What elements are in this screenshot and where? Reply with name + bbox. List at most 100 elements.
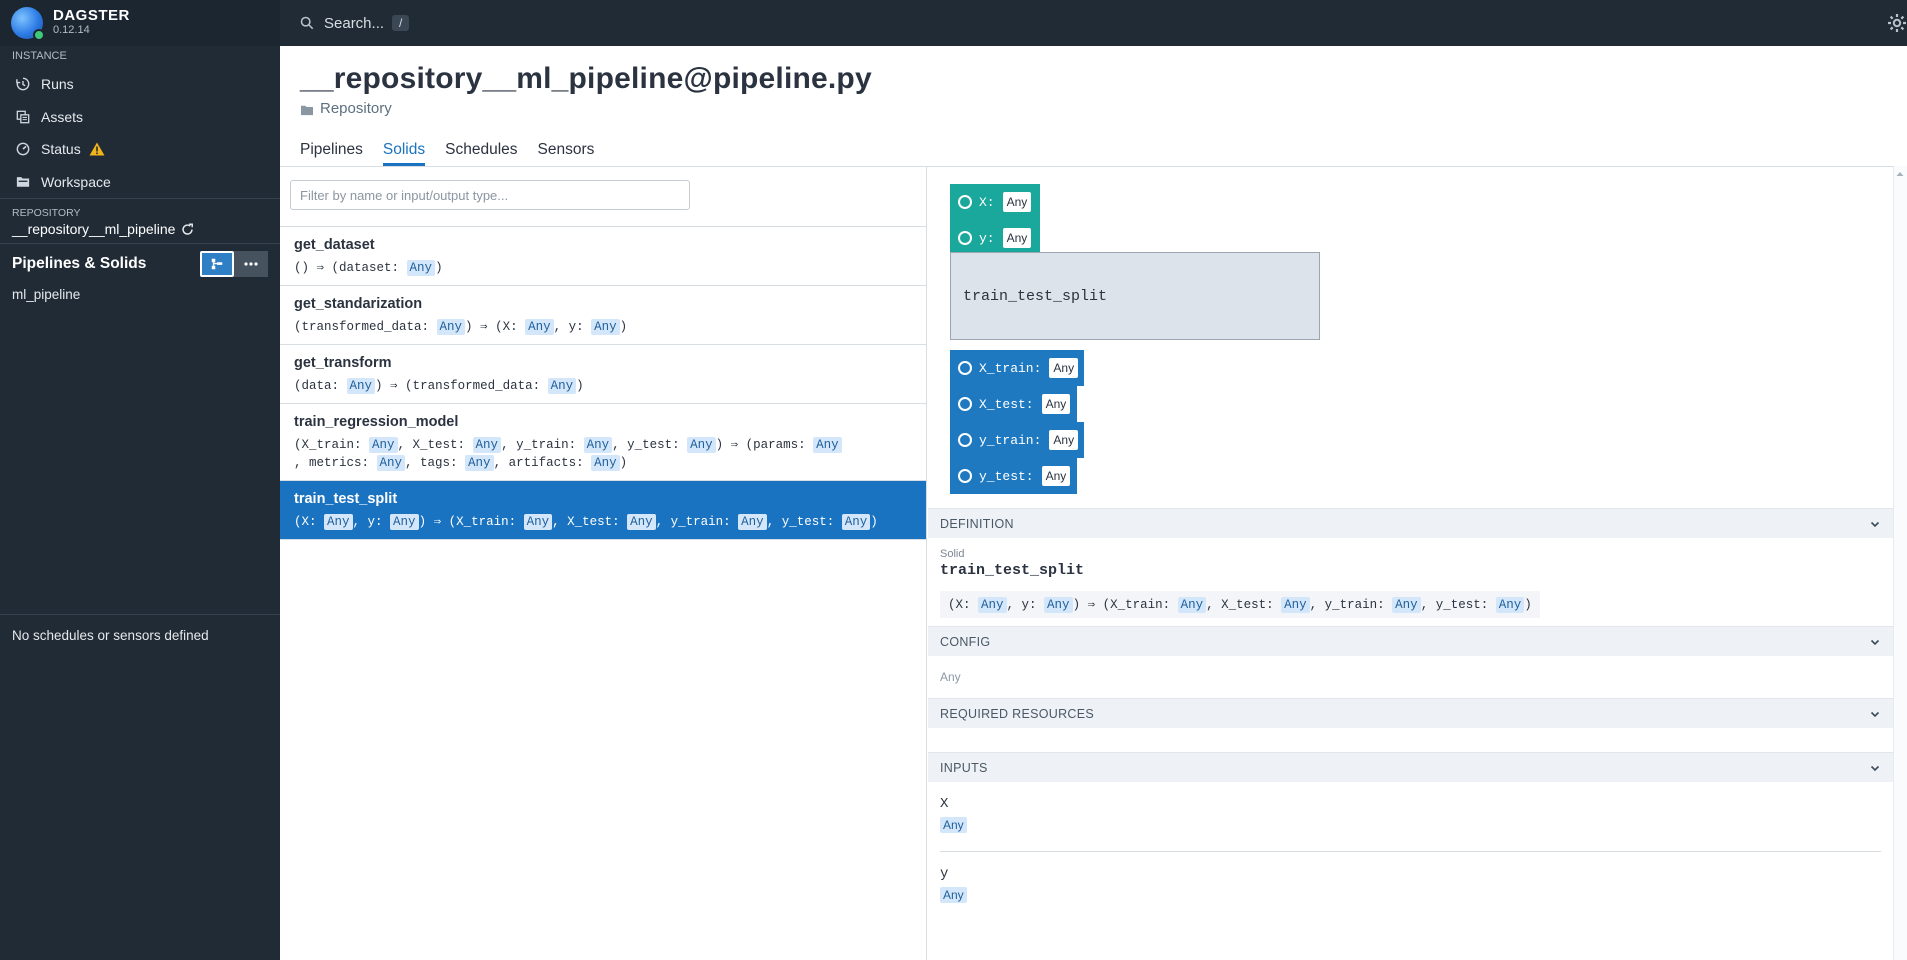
port-name: X_test: <box>979 396 1034 412</box>
solid-node-name: train_test_split <box>963 287 1108 305</box>
nav-item-workspace[interactable]: Workspace <box>0 166 280 199</box>
output-port-x-test[interactable]: X_test: Any <box>950 386 1077 422</box>
gear-icon[interactable] <box>1887 13 1907 33</box>
signature-text: ) <box>619 320 628 334</box>
brand-header[interactable]: DAGSTER 0.12.14 <box>0 0 280 46</box>
solid-filter-input[interactable] <box>290 180 690 210</box>
solids-list-panel: get_dataset() ⇒ (dataset: Any)get_standa… <box>280 166 927 960</box>
signature-text: , X_test: <box>552 515 628 529</box>
solid-row-get-transform[interactable]: get_transform (data: Any) ⇒ (transformed_… <box>280 345 926 404</box>
port-type: Any <box>1002 192 1032 212</box>
type-chip: Any <box>978 597 1007 613</box>
pipelines-solids-header: Pipelines & Solids <box>0 243 280 283</box>
port-name: X_train: <box>979 360 1042 376</box>
nav-item-status[interactable]: Status <box>0 133 280 166</box>
input-type-badge: Any <box>940 817 967 833</box>
solid-row-train-test-split[interactable]: train_test_split (X: Any, y: Any) ⇒ (X_tr… <box>280 481 926 540</box>
signature-text: (X: <box>948 598 979 612</box>
pipelines-solids-title: Pipelines & Solids <box>12 254 147 272</box>
tree-view-button[interactable] <box>200 250 234 277</box>
config-label: CONFIG <box>940 634 991 649</box>
signature-text: , y: <box>553 320 592 334</box>
solid-row-get-standarization[interactable]: get_standarization (transformed_data: Any… <box>280 286 926 345</box>
input-name: y <box>940 866 949 882</box>
type-chip: Any <box>369 437 398 453</box>
type-chip: Any <box>813 437 842 453</box>
chevron-down-icon <box>1869 518 1881 530</box>
port-name: y: <box>979 230 995 246</box>
tab-schedules[interactable]: Schedules <box>445 141 517 166</box>
view-toggle <box>200 250 268 277</box>
port-circle-icon <box>958 397 972 411</box>
port-circle-icon <box>958 433 972 447</box>
port-type: Any <box>1041 466 1071 486</box>
input-port-y[interactable]: y: Any <box>950 220 1040 256</box>
signature-text: ) <box>870 515 878 529</box>
solid-name: get_dataset <box>294 237 375 253</box>
dagster-logo-icon <box>11 7 45 41</box>
signature-text: () ⇒ (dataset: <box>294 261 407 275</box>
solid-name: train_regression_model <box>294 414 459 430</box>
type-chip: Any <box>583 437 613 453</box>
list-view-button[interactable] <box>234 250 268 277</box>
solid-row-get-dataset[interactable]: get_dataset () ⇒ (dataset: Any) <box>280 227 926 286</box>
tab-pipelines[interactable]: Pipelines <box>300 141 363 166</box>
config-section-header[interactable]: CONFIG <box>928 626 1893 656</box>
port-type: Any <box>1002 228 1032 248</box>
output-port-x-train[interactable]: X_train: Any <box>950 350 1084 386</box>
nav-item-assets[interactable]: Assets <box>0 101 280 134</box>
folder-icon <box>14 173 32 191</box>
resources-section-header[interactable]: REQUIRED RESOURCES <box>928 698 1893 728</box>
folder-icon <box>300 103 314 115</box>
solid-detail-panel: X: Any y: Any train_test_split X_train: … <box>928 166 1893 960</box>
tab-sensors[interactable]: Sensors <box>538 141 595 166</box>
pipeline-item-ml-pipeline[interactable]: ml_pipeline <box>0 283 280 307</box>
port-circle-icon <box>958 195 972 209</box>
search-input[interactable]: Search... <box>324 15 384 32</box>
input-item: X Any <box>940 782 1881 851</box>
output-port-y-train[interactable]: y_train: Any <box>950 422 1084 458</box>
search-icon <box>300 16 314 30</box>
repository-label: REPOSITORY <box>12 207 81 219</box>
resources-body <box>928 728 1893 752</box>
solid-name: get_transform <box>294 355 392 371</box>
signature-text: ) ⇒ (params: <box>715 438 814 452</box>
signature-text: ) ⇒ (X: <box>465 320 526 334</box>
definition-label: DEFINITION <box>940 516 1014 531</box>
signature-text: , y_train: <box>1309 598 1393 612</box>
signature-text: , tags: <box>405 456 466 470</box>
assets-icon <box>14 108 32 126</box>
input-name: X <box>940 796 949 812</box>
signature-text: ) ⇒ (X_train: <box>1072 598 1178 612</box>
definition-section-header[interactable]: DEFINITION <box>928 508 1893 538</box>
top-bar: Search... / <box>280 0 1907 46</box>
inputs-section-header[interactable]: INPUTS <box>928 752 1893 782</box>
signature-text: (X: <box>294 515 325 529</box>
solid-signature: (X_train: Any, X_test: Any, y_train: Any… <box>294 436 912 472</box>
tab-solids[interactable]: Solids <box>382 141 426 166</box>
solid-list: get_dataset() ⇒ (dataset: Any) get_standa… <box>280 227 926 540</box>
reload-icon[interactable] <box>181 222 194 236</box>
type-chip: Any <box>472 437 502 453</box>
nav-item-label: Runs <box>41 76 74 93</box>
detail-scrollbar[interactable] <box>1893 166 1907 960</box>
port-name: y_test: <box>979 468 1034 484</box>
tree-icon <box>211 258 223 269</box>
type-chip: Any <box>687 437 716 453</box>
solid-signature: (transformed_data: Any) ⇒ (X: Any, y: An… <box>294 318 912 336</box>
output-port-y-test[interactable]: y_test: Any <box>950 458 1077 494</box>
scroll-up-arrow-icon[interactable] <box>1896 170 1904 178</box>
tab-bar: Pipelines Solids Schedules Sensors <box>300 141 614 166</box>
chevron-down-icon <box>1869 636 1881 648</box>
signature-text: , y_train: <box>501 438 584 452</box>
solid-node[interactable]: train_test_split <box>950 252 1320 340</box>
solid-graph: X: Any y: Any train_test_split X_train: … <box>928 166 1893 508</box>
definition-signature: (X: Any, y: Any) ⇒ (X_train: Any, X_test… <box>940 591 1540 618</box>
port-circle-icon <box>958 231 972 245</box>
input-port-x[interactable]: X: Any <box>950 184 1040 220</box>
type-chip: Any <box>547 378 577 394</box>
nav-item-runs[interactable]: Runs <box>0 68 280 101</box>
solid-row-train-regression-model[interactable]: train_regression_model (X_train: Any, X_t… <box>280 404 926 481</box>
signature-text: ) <box>435 261 443 275</box>
type-chip: Any <box>1177 597 1207 613</box>
